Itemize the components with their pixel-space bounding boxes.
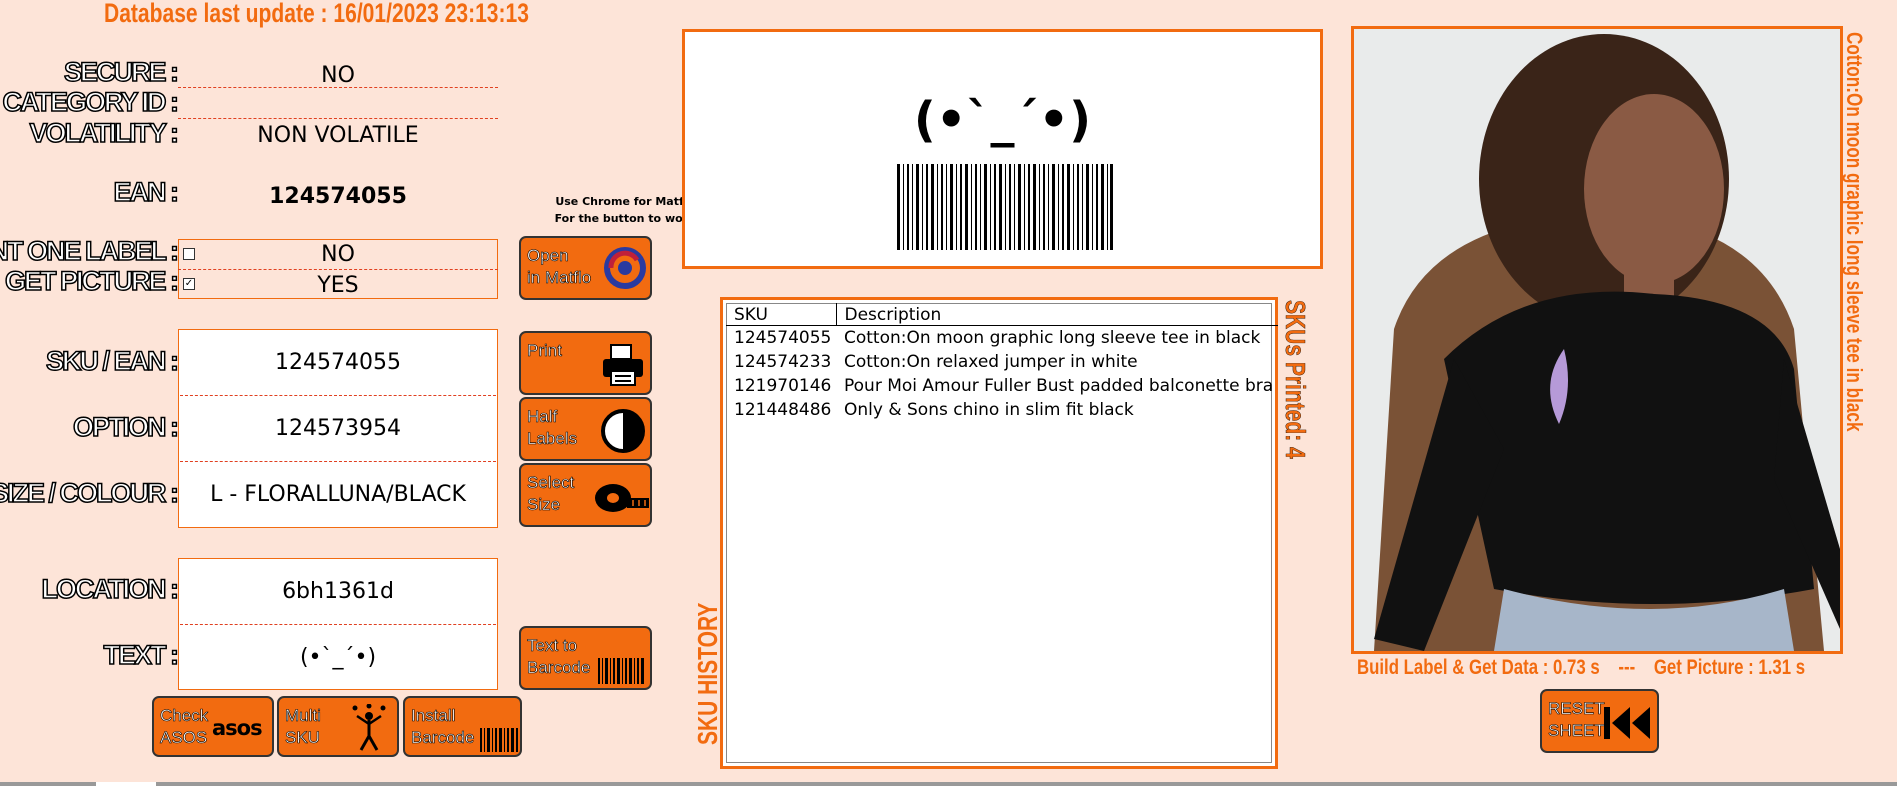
option-label: OPTION : <box>72 411 180 443</box>
secure-value[interactable]: NO <box>178 63 498 88</box>
matflo-icon <box>604 247 646 289</box>
text-label: TEXT : <box>103 639 180 671</box>
sku-ean-label: SKU / EAN : <box>45 345 180 377</box>
half-labels-button[interactable]: Half Labels <box>519 397 652 461</box>
sheet-tab[interactable] <box>96 782 156 786</box>
tape-measure-icon <box>595 484 649 512</box>
sku-history-table: SKU Description 124574055 Cotton:On moon … <box>726 303 1278 422</box>
ean-value[interactable]: 124574055 <box>178 184 498 209</box>
rewind-icon <box>1604 707 1650 739</box>
print-button[interactable]: Print <box>519 331 652 395</box>
size-colour-label: SIZE / COLOUR : <box>0 477 180 509</box>
label-preview: (•`_´•) <box>682 29 1323 269</box>
location-label: LOCATION : <box>41 573 180 605</box>
sku-history-panel: SKU Description 124574055 Cotton:On moon … <box>720 297 1278 769</box>
ean-label: EAN : <box>113 176 180 208</box>
option-value[interactable]: 124573954 <box>178 416 498 441</box>
multi-sku-button[interactable]: Multi SKU <box>277 696 399 757</box>
juggler-icon <box>352 704 386 751</box>
table-row[interactable]: 124574233 Cotton:On relaxed jumper in whi… <box>726 350 1278 374</box>
reset-sheet-button[interactable]: RESET SHEET <box>1540 689 1659 753</box>
select-size-button[interactable]: Select Size <box>519 463 652 527</box>
table-row[interactable]: 121448486 Only & Sons chino in slim fit b… <box>726 398 1278 422</box>
location-value[interactable]: 6bh1361d <box>178 579 498 604</box>
skus-printed-count: SKUs Printed: 4 <box>1280 300 1311 459</box>
barcode-icon <box>598 658 644 684</box>
col-description: Description <box>835 303 1278 326</box>
check-asos-button[interactable]: Check ASOS asos <box>152 696 274 757</box>
sku-ean-input[interactable]: 124574055 <box>178 350 498 375</box>
volatility-label: VOLATILITY : <box>29 117 180 149</box>
preview-text: (•`_´•) <box>913 92 1092 148</box>
barcode-icon <box>480 728 518 752</box>
volatility-value[interactable]: NON VOLATILE <box>178 123 498 148</box>
table-row[interactable]: 121970146 Pour Moi Amour Fuller Bust padd… <box>726 374 1278 398</box>
printer-icon <box>603 344 643 386</box>
db-update-text: Database last update : 16/01/2023 23:13:… <box>104 0 529 28</box>
get-picture-value: YES <box>317 273 359 298</box>
product-photo-icon <box>1354 29 1840 651</box>
sku-history-title: SKU HISTORY <box>692 602 723 745</box>
preview-barcode <box>897 164 1113 250</box>
product-picture <box>1351 26 1843 654</box>
asos-logo-icon: asos <box>212 716 263 740</box>
category-label: CATEGORY ID : <box>2 86 180 118</box>
secure-label: SECURE : <box>63 56 180 88</box>
text-to-barcode-button[interactable]: Text to Barcode <box>519 626 652 690</box>
timing-info: Build Label & Get Data : 0.73 s --- Get … <box>1357 656 1806 679</box>
table-row[interactable]: 124574055 Cotton:On moon graphic long sle… <box>726 326 1278 350</box>
text-input[interactable]: (•`_´•) <box>178 645 498 670</box>
install-barcode-button[interactable]: Install Barcode <box>403 696 522 757</box>
sheet-bottom-bar <box>0 782 1897 786</box>
print-one-label: PRINT ONE LABEL : <box>0 235 180 267</box>
product-title: Cotton:On moon graphic long sleeve tee i… <box>1842 32 1867 432</box>
open-matflo-button[interactable]: Open in Matflo <box>519 236 652 300</box>
size-colour-value[interactable]: L - FLORALLUNA/BLACK <box>178 482 498 507</box>
half-circle-icon <box>601 409 645 453</box>
get-picture-label: GET PICTURE : <box>4 265 180 297</box>
col-sku: SKU <box>726 303 836 326</box>
print-one-value: NO <box>321 242 355 267</box>
